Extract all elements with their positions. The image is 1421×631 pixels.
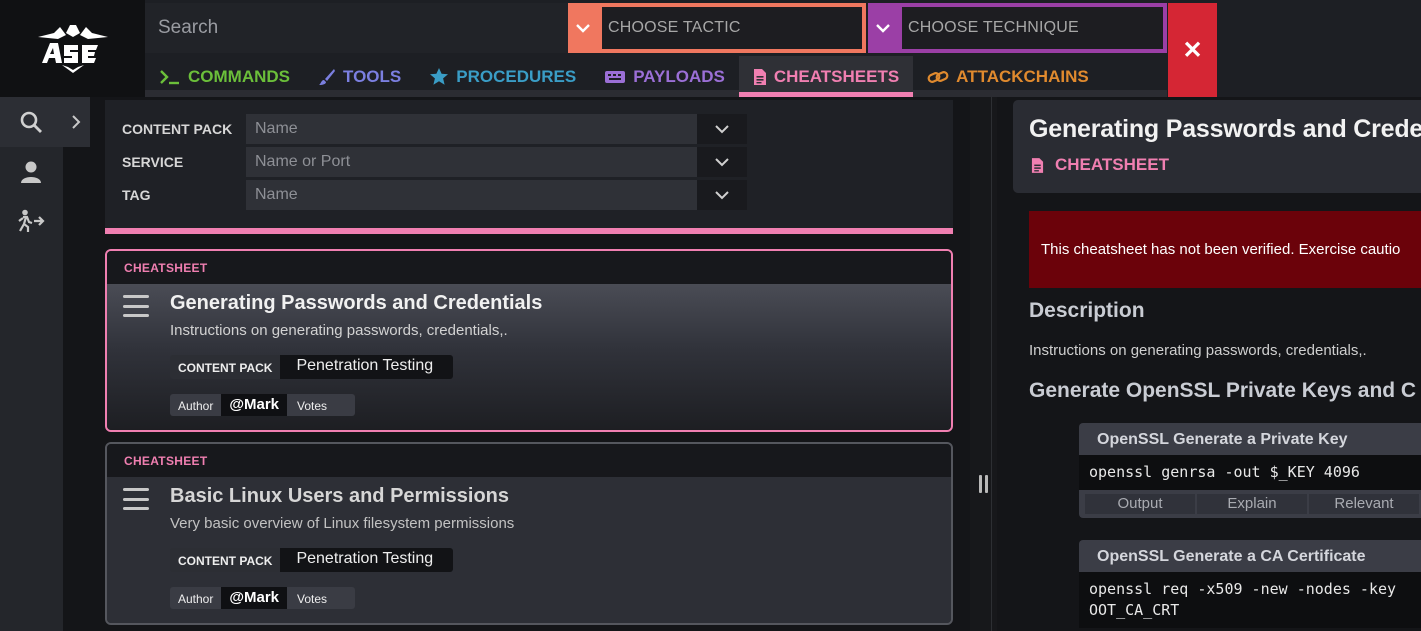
author-votes: Author @Mark Votes bbox=[170, 587, 356, 609]
card-description: Very basic overview of Linux filesystem … bbox=[170, 515, 515, 532]
nav-tabs: COMMANDS TOOLS PROCEDURES PAYLOADS CHEAT… bbox=[145, 56, 1103, 97]
service-input[interactable]: Name or Port bbox=[246, 147, 697, 177]
detail-type: CHEATSHEET bbox=[1031, 155, 1169, 175]
terminal-icon bbox=[160, 69, 179, 84]
command-title: OpenSSL Generate a CA Certificate bbox=[1097, 548, 1366, 565]
tactic-select-value[interactable]: CHOOSE TACTIC bbox=[598, 3, 866, 53]
chevron-right-icon[interactable] bbox=[66, 108, 86, 136]
command-block: OpenSSL Generate a Private Key openssl g… bbox=[1079, 423, 1421, 518]
card-body[interactable]: Generating Passwords and Credentials Ins… bbox=[107, 284, 951, 430]
votes-label: Votes bbox=[287, 587, 356, 609]
section-heading: Generate OpenSSL Private Keys and C bbox=[1029, 379, 1417, 402]
panel-divider[interactable] bbox=[970, 97, 997, 631]
command-title: OpenSSL Generate a Private Key bbox=[1097, 431, 1348, 448]
logo-area[interactable] bbox=[0, 0, 145, 97]
content-pack-input[interactable]: Name bbox=[246, 114, 697, 144]
search-icon[interactable] bbox=[16, 107, 46, 137]
tab-payloads[interactable]: PAYLOADS bbox=[590, 56, 739, 97]
command-code-line: OOT_CA_CRT bbox=[1089, 601, 1180, 619]
menu-icon[interactable] bbox=[123, 295, 149, 317]
menu-icon[interactable] bbox=[123, 488, 149, 510]
command-block: OpenSSL Generate a CA Certificate openss… bbox=[1079, 540, 1421, 628]
filter-label: CONTENT PACK bbox=[122, 121, 233, 137]
logo-icon bbox=[37, 24, 108, 73]
tab-label: TOOLS bbox=[343, 66, 402, 86]
filter-label: TAG bbox=[122, 187, 151, 203]
content-pack-badge: CONTENT PACK Penetration Testing bbox=[170, 355, 454, 379]
filter-service: SERVICE Name or Port bbox=[105, 147, 953, 177]
top-bar: CHOOSE TACTIC CHOOSE TECHNIQUE ✕ COMMAND… bbox=[145, 0, 1421, 97]
chevron-down-icon[interactable] bbox=[868, 3, 898, 53]
filter-label: SERVICE bbox=[122, 154, 184, 170]
tab-tools[interactable]: TOOLS bbox=[304, 56, 415, 97]
app-root: CHOOSE TACTIC CHOOSE TECHNIQUE ✕ COMMAND… bbox=[0, 0, 1421, 631]
search-input[interactable] bbox=[145, 3, 568, 53]
link-icon bbox=[927, 70, 949, 83]
tactic-select[interactable]: CHOOSE TACTIC bbox=[568, 3, 866, 53]
description-heading: Description bbox=[1029, 299, 1145, 322]
file-icon bbox=[1031, 157, 1044, 173]
author-name[interactable]: @Mark bbox=[221, 394, 288, 416]
tab-commands[interactable]: COMMANDS bbox=[145, 56, 304, 97]
technique-select-value[interactable]: CHOOSE TECHNIQUE bbox=[898, 3, 1167, 53]
author-label: Author bbox=[170, 394, 222, 416]
filter-panel: CONTENT PACK Name SERVICE Name or Port T… bbox=[105, 100, 953, 234]
votes-label: Votes bbox=[287, 394, 356, 416]
chevron-down-icon[interactable] bbox=[697, 180, 747, 210]
output-button[interactable]: Output bbox=[1085, 494, 1195, 514]
content-pack-badge: CONTENT PACK Penetration Testing bbox=[170, 548, 454, 572]
description-text: Instructions on generating passwords, cr… bbox=[1029, 342, 1367, 359]
unverified-warning: This cheatsheet has not been verified. E… bbox=[1029, 211, 1421, 288]
relevant-button[interactable]: Relevant bbox=[1309, 494, 1419, 514]
tab-cheatsheets[interactable]: CHEATSHEETS bbox=[738, 56, 914, 97]
filter-content-pack: CONTENT PACK Name bbox=[105, 114, 953, 144]
star-icon bbox=[430, 68, 449, 85]
technique-select[interactable]: CHOOSE TECHNIQUE bbox=[868, 3, 1167, 53]
tab-label: PAYLOADS bbox=[633, 66, 725, 86]
user-icon[interactable] bbox=[16, 157, 46, 187]
cheatsheet-card[interactable]: CHEATSHEET Generating Passwords and Cred… bbox=[105, 249, 953, 432]
tab-label: CHEATSHEETS bbox=[773, 66, 900, 86]
card-title[interactable]: Generating Passwords and Credentials bbox=[170, 292, 542, 315]
resize-handle-icon[interactable] bbox=[979, 475, 988, 493]
card-description: Instructions on generating passwords, cr… bbox=[170, 322, 508, 339]
chevron-down-icon[interactable] bbox=[697, 147, 747, 177]
command-code-line: openssl req -x509 -new -nodes -key bbox=[1089, 580, 1397, 598]
card-type-label: CHEATSHEET bbox=[107, 444, 951, 477]
tab-procedures[interactable]: PROCEDURES bbox=[415, 56, 590, 97]
tab-label: COMMANDS bbox=[188, 66, 290, 86]
keyboard-icon bbox=[605, 70, 626, 83]
exit-icon[interactable] bbox=[16, 206, 46, 236]
badge-value: Penetration Testing bbox=[280, 548, 454, 572]
chevron-down-icon[interactable] bbox=[568, 3, 598, 53]
tab-attackchains[interactable]: ATTACKCHAINS bbox=[913, 56, 1103, 97]
cheatsheet-card[interactable]: CHEATSHEET Basic Linux Users and Permiss… bbox=[105, 442, 953, 625]
detail-header: Generating Passwords and Creden CHEATSHE… bbox=[1013, 100, 1421, 193]
badge-key: CONTENT PACK bbox=[170, 548, 281, 572]
card-type-label: CHEATSHEET bbox=[107, 251, 951, 284]
results-panel: CONTENT PACK Name SERVICE Name or Port T… bbox=[90, 97, 970, 631]
author-name[interactable]: @Mark bbox=[221, 587, 288, 609]
command-code[interactable]: openssl genrsa -out $_KEY 4096 bbox=[1079, 455, 1421, 490]
badge-value: Penetration Testing bbox=[280, 355, 454, 379]
detail-title: Generating Passwords and Creden bbox=[1029, 115, 1421, 143]
explain-button[interactable]: Explain bbox=[1197, 494, 1307, 514]
author-votes: Author @Mark Votes bbox=[170, 394, 356, 416]
filter-tag: TAG Name bbox=[105, 180, 953, 210]
tab-label: ATTACKCHAINS bbox=[956, 66, 1089, 86]
chevron-down-icon[interactable] bbox=[697, 114, 747, 144]
command-code[interactable]: openssl req -x509 -new -nodes -key OOT_C… bbox=[1079, 572, 1421, 628]
command-actions: Output Explain Relevant bbox=[1079, 490, 1421, 518]
badge-key: CONTENT PACK bbox=[170, 355, 281, 379]
tab-label: PROCEDURES bbox=[456, 66, 577, 86]
brush-icon bbox=[319, 68, 335, 85]
author-label: Author bbox=[170, 587, 222, 609]
tag-input[interactable]: Name bbox=[246, 180, 697, 210]
close-button[interactable]: ✕ bbox=[1168, 3, 1217, 97]
file-icon bbox=[753, 68, 766, 85]
card-body[interactable]: Basic Linux Users and Permissions Very b… bbox=[107, 477, 951, 623]
card-title[interactable]: Basic Linux Users and Permissions bbox=[170, 485, 509, 508]
detail-type-label: CHEATSHEET bbox=[1055, 155, 1169, 174]
detail-panel: Generating Passwords and Creden CHEATSHE… bbox=[1013, 97, 1421, 631]
